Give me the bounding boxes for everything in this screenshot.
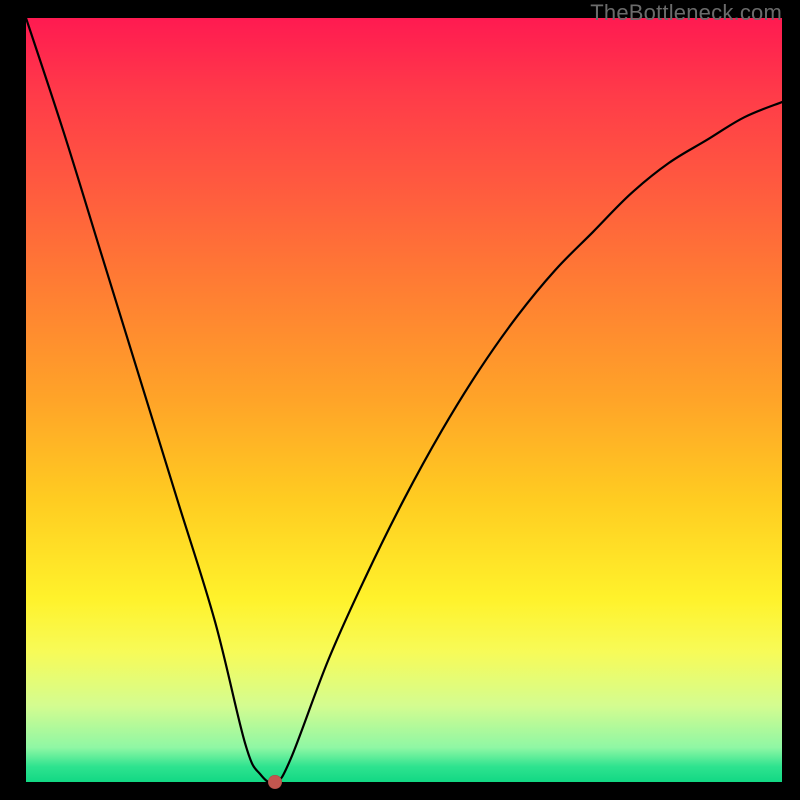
bottleneck-curve	[26, 18, 782, 782]
plot-area	[26, 18, 782, 782]
watermark-text: TheBottleneck.com	[590, 0, 782, 26]
optimal-point-marker	[268, 775, 282, 789]
chart-frame: TheBottleneck.com	[0, 0, 800, 800]
